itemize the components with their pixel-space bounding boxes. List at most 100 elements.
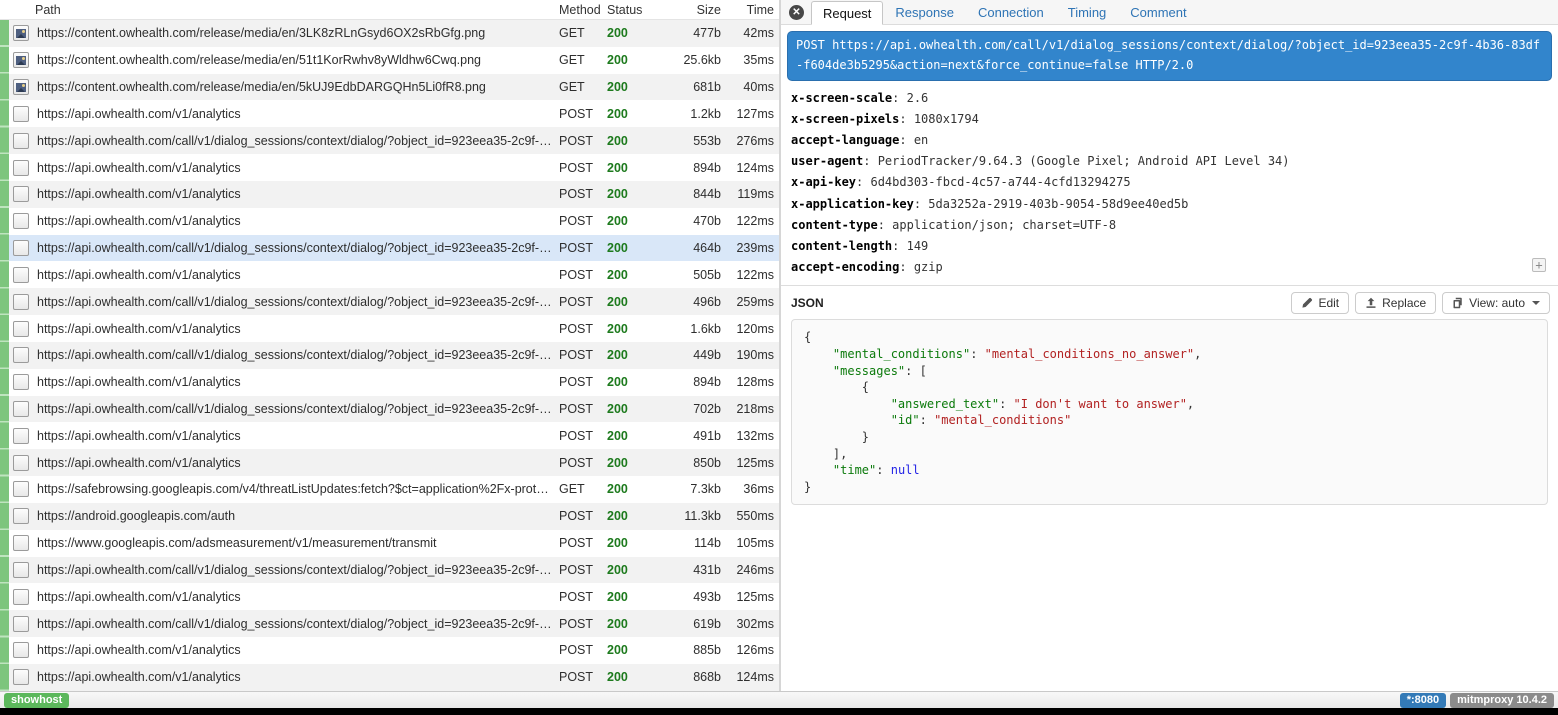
flow-row[interactable]: https://api.owhealth.com/v1/analyticsPOS… — [0, 664, 779, 691]
header-line[interactable]: x-application-key: 5da3252a-2919-403b-90… — [791, 194, 1548, 215]
flow-row[interactable]: https://api.owhealth.com/v1/analyticsPOS… — [0, 369, 779, 396]
flow-row[interactable]: https://api.owhealth.com/call/v1/dialog_… — [0, 396, 779, 423]
json-line: "id": "mental_conditions" — [804, 412, 1535, 429]
header-value: : application/json; charset=UTF-8 — [878, 218, 1116, 232]
flow-status: 200 — [607, 563, 649, 577]
flow-method: POST — [559, 322, 607, 336]
flow-time: 259ms — [721, 295, 779, 309]
flow-table-header: Path Method Status Size Time — [0, 0, 779, 20]
flow-status: 200 — [607, 53, 649, 67]
header-line[interactable]: content-type: application/json; charset=… — [791, 215, 1548, 236]
flow-rows-list: https://content.owhealth.com/release/med… — [0, 20, 779, 691]
header-line[interactable]: x-api-key: 6d4bd303-fbcd-4c57-a744-4cfd1… — [791, 172, 1548, 193]
header-line[interactable]: content-length: 149 — [791, 236, 1548, 257]
header-name: x-api-key — [791, 175, 856, 189]
json-line: } — [804, 429, 1535, 446]
header-line[interactable]: accept-encoding: gzip — [791, 257, 1548, 278]
flow-row[interactable]: https://api.owhealth.com/call/v1/dialog_… — [0, 127, 779, 154]
flow-path: https://api.owhealth.com/v1/analytics — [37, 429, 559, 443]
replace-button[interactable]: Replace — [1355, 292, 1436, 314]
flow-path: https://content.owhealth.com/release/med… — [37, 26, 559, 40]
add-header-icon[interactable]: + — [1532, 258, 1546, 272]
flow-size: 477b — [649, 26, 721, 40]
flow-method: POST — [559, 670, 607, 684]
flow-path: https://safebrowsing.googleapis.com/v4/t… — [37, 482, 559, 496]
header-line[interactable]: accept-language: en — [791, 130, 1548, 151]
flow-row[interactable]: https://api.owhealth.com/v1/analyticsPOS… — [0, 637, 779, 664]
tab-connection[interactable]: Connection — [966, 0, 1056, 24]
request-first-line[interactable]: POST https://api.owhealth.com/call/v1/di… — [787, 31, 1552, 81]
tab-comment[interactable]: Comment — [1118, 0, 1198, 24]
flow-row[interactable]: https://api.owhealth.com/call/v1/dialog_… — [0, 342, 779, 369]
document-file-icon — [13, 374, 37, 390]
flow-table-panel: Path Method Status Size Time https://con… — [0, 0, 779, 692]
flow-row[interactable]: https://android.googleapis.com/authPOST2… — [0, 503, 779, 530]
flow-method: GET — [559, 482, 607, 496]
flow-time: 550ms — [721, 509, 779, 523]
flow-row[interactable]: https://api.owhealth.com/v1/analyticsPOS… — [0, 583, 779, 610]
flow-row[interactable]: https://content.owhealth.com/release/med… — [0, 74, 779, 101]
flow-row[interactable]: https://api.owhealth.com/v1/analyticsPOS… — [0, 181, 779, 208]
header-line[interactable]: x-screen-pixels: 1080x1794 — [791, 109, 1548, 130]
header-value: : 1080x1794 — [899, 112, 978, 126]
close-icon[interactable]: ✕ — [789, 5, 804, 20]
flow-row[interactable]: https://api.owhealth.com/call/v1/dialog_… — [0, 557, 779, 584]
flow-row[interactable]: https://api.owhealth.com/v1/analyticsPOS… — [0, 422, 779, 449]
flow-method: GET — [559, 80, 607, 94]
proxy-port-badge: *:8080 — [1400, 693, 1446, 708]
flow-path: https://api.owhealth.com/call/v1/dialog_… — [37, 563, 559, 577]
flow-size: 496b — [649, 295, 721, 309]
flow-row[interactable]: https://api.owhealth.com/v1/analyticsPOS… — [0, 449, 779, 476]
tab-timing[interactable]: Timing — [1056, 0, 1119, 24]
flow-row[interactable]: https://api.owhealth.com/call/v1/dialog_… — [0, 235, 779, 262]
tab-request[interactable]: Request — [811, 1, 883, 25]
flow-row[interactable]: https://www.googleapis.com/adsmeasuremen… — [0, 530, 779, 557]
flow-size: 505b — [649, 268, 721, 282]
document-file-icon — [13, 562, 37, 578]
flow-row[interactable]: https://api.owhealth.com/v1/analyticsPOS… — [0, 208, 779, 235]
flow-path: https://content.owhealth.com/release/med… — [37, 53, 559, 67]
header-value: : gzip — [899, 260, 942, 274]
header-line[interactable]: x-screen-scale: 2.6 — [791, 88, 1548, 109]
flow-row[interactable]: https://content.owhealth.com/release/med… — [0, 20, 779, 47]
edit-button[interactable]: Edit — [1291, 292, 1349, 314]
column-header-size[interactable]: Size — [649, 3, 721, 17]
flow-path: https://api.owhealth.com/call/v1/dialog_… — [37, 295, 559, 309]
column-header-time[interactable]: Time — [721, 3, 779, 17]
column-header-method[interactable]: Method — [559, 3, 607, 17]
flow-method: GET — [559, 26, 607, 40]
flow-time: 190ms — [721, 348, 779, 362]
flow-time: 239ms — [721, 241, 779, 255]
header-line[interactable]: user-agent: PeriodTracker/9.64.3 (Google… — [791, 151, 1548, 172]
flow-method: POST — [559, 134, 607, 148]
json-line: { — [804, 379, 1535, 396]
edit-button-label: Edit — [1318, 296, 1339, 310]
view-mode-button[interactable]: View: auto — [1442, 292, 1550, 314]
flow-row[interactable]: https://api.owhealth.com/call/v1/dialog_… — [0, 288, 779, 315]
tab-response[interactable]: Response — [883, 0, 966, 24]
flow-size: 619b — [649, 617, 721, 631]
json-line: "messages": [ — [804, 363, 1535, 380]
image-file-icon — [13, 52, 37, 68]
header-value: : en — [899, 133, 928, 147]
flow-path: https://api.owhealth.com/v1/analytics — [37, 107, 559, 121]
flow-row[interactable]: https://api.owhealth.com/call/v1/dialog_… — [0, 610, 779, 637]
flow-row[interactable]: https://api.owhealth.com/v1/analyticsPOS… — [0, 315, 779, 342]
flow-row[interactable]: https://api.owhealth.com/v1/analyticsPOS… — [0, 100, 779, 127]
column-header-path[interactable]: Path — [0, 3, 559, 17]
document-file-icon — [13, 240, 37, 256]
column-header-status[interactable]: Status — [607, 3, 649, 17]
flow-path: https://api.owhealth.com/v1/analytics — [37, 670, 559, 684]
flow-time: 302ms — [721, 617, 779, 631]
flow-row[interactable]: https://api.owhealth.com/v1/analyticsPOS… — [0, 154, 779, 181]
flow-path: https://api.owhealth.com/v1/analytics — [37, 456, 559, 470]
flow-size: 1.2kb — [649, 107, 721, 121]
flow-status: 200 — [607, 590, 649, 604]
flow-row[interactable]: https://content.owhealth.com/release/med… — [0, 47, 779, 74]
flow-row[interactable]: https://api.owhealth.com/v1/analyticsPOS… — [0, 261, 779, 288]
flow-row[interactable]: https://safebrowsing.googleapis.com/v4/t… — [0, 476, 779, 503]
header-name: x-screen-scale — [791, 91, 892, 105]
header-name: content-length — [791, 239, 892, 253]
flow-time: 124ms — [721, 161, 779, 175]
flow-method: GET — [559, 53, 607, 67]
